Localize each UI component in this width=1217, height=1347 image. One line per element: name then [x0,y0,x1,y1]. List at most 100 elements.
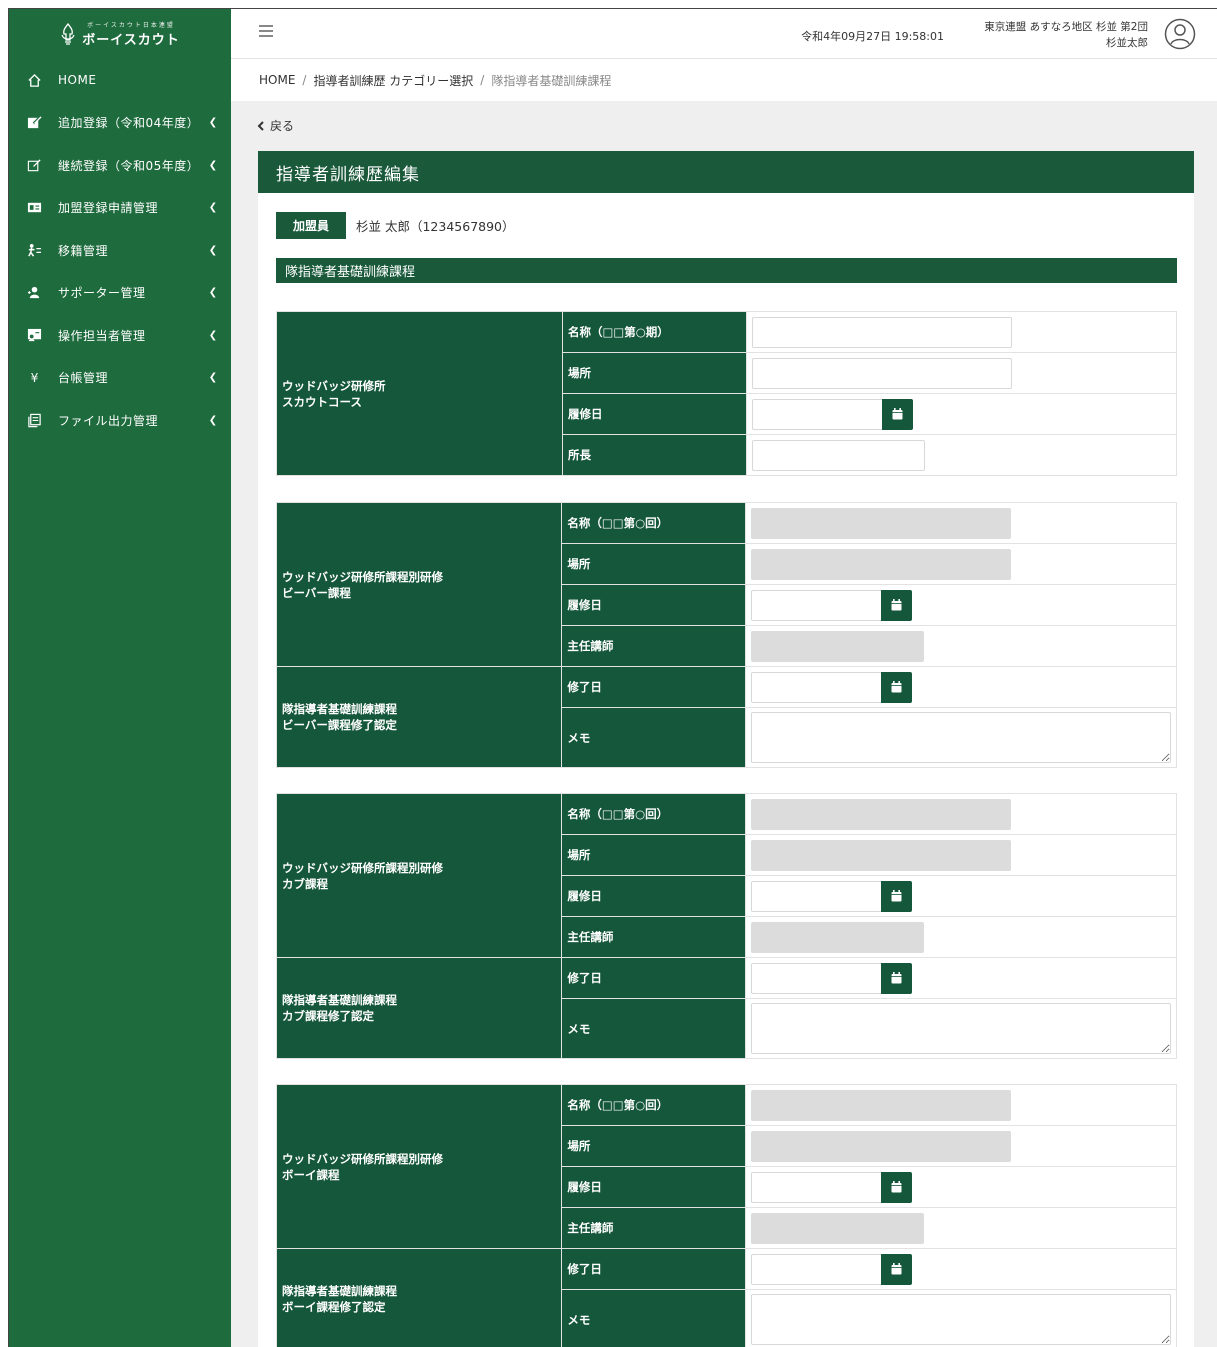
breadcrumb-category[interactable]: 指導者訓練歴 カテゴリー選択 [313,72,473,89]
sidebar-item-7[interactable]: ¥ 台帳管理 ❮ [9,357,231,400]
user-avatar-icon[interactable] [1164,18,1196,50]
calendar-icon[interactable] [881,1171,912,1203]
file-copy-icon [26,412,42,428]
date-input[interactable] [751,880,881,912]
date-input[interactable] [751,589,881,621]
back-link[interactable]: 戻る [257,117,294,134]
transfer-icon [26,242,42,258]
field-label: 履修日 [562,393,747,435]
readonly-field [751,798,1011,830]
scout-emblem-icon [61,23,75,45]
chevron-left-icon: ❮ [208,372,218,384]
calendar-icon[interactable] [881,880,912,912]
breadcrumb-separator: / [480,73,485,87]
yen-icon: ¥ [26,370,42,386]
field-value-cell [745,707,1177,768]
sidebar-item-4[interactable]: 移籍管理 ❮ [9,229,231,272]
date-input[interactable] [751,671,881,703]
app-window: ボーイスカウト日本連盟 ボーイスカウト HOME 追加登録（令和04年度） ❮ 継続登… [8,8,1217,1347]
course-group-title: 隊指導者基礎訓練課程 カブ課程修了認定 [275,957,563,1059]
breadcrumb-home[interactable]: HOME [259,73,295,87]
table-row: ウッドバッジ研修所課程別研修 ビーバー課程 名称（□□第○回） [275,502,1177,667]
field-label: 修了日 [561,666,746,708]
page-title: 指導者訓練歴編集 [258,151,1194,193]
sidebar-item-6[interactable]: 操作担当者管理 ❮ [9,314,231,357]
calendar-icon[interactable] [881,671,912,703]
field-value-cell [745,625,1177,667]
chevron-left-icon: ❮ [208,159,218,171]
date-input[interactable] [751,962,881,994]
sidebar-item-label: 継続登録（令和05年度） [58,158,200,173]
field-value-cell [746,311,1177,353]
field-value-cell [745,998,1177,1059]
readonly-field [751,548,1011,580]
user-board-icon [26,327,42,343]
member-row: 加盟員 杉並 太郎（1234567890） [276,212,515,239]
field-label: 履修日 [561,584,746,626]
field-label: 主任講師 [561,1207,746,1249]
sidebar-item-label: 移籍管理 [58,243,109,258]
breadcrumb-separator: / [302,73,307,87]
course-group-title: 隊指導者基礎訓練課程 ボーイ課程修了認定 [275,1248,563,1347]
date-picker [751,1171,1171,1203]
text-input[interactable] [752,357,1012,389]
readonly-field [751,1089,1011,1121]
field-label: 修了日 [561,1248,746,1290]
logo-subtitle: ボーイスカウト日本連盟 [87,22,175,29]
member-name: 杉並 太郎（1234567890） [356,219,515,234]
course-table: ウッドバッジ研修所課程別研修 ボーイ課程 名称（□□第○回） 場所 履修日 主任講師 隊指… [275,1084,1177,1347]
field-value-cell [745,834,1177,876]
memo-textarea[interactable] [751,1003,1171,1054]
memo-textarea[interactable] [751,712,1171,763]
date-input[interactable] [751,1253,881,1285]
readonly-field [751,507,1011,539]
readonly-field [751,1212,924,1244]
sidebar-item-5[interactable]: サポーター管理 ❮ [9,272,231,315]
sidebar-item-2[interactable]: 継続登録（令和05年度） ❮ [9,144,231,187]
memo-textarea[interactable] [751,1294,1171,1345]
chevron-left-icon [257,120,264,131]
field-label: 履修日 [561,1166,746,1208]
text-input[interactable] [752,316,1012,348]
course-table: ウッドバッジ研修所課程別研修 カブ課程 名称（□□第○回） 場所 履修日 主任講師 隊指導… [275,793,1177,1059]
field-label: 修了日 [561,957,746,999]
brand-logo[interactable]: ボーイスカウト日本連盟 ボーイスカウト [9,9,231,59]
menu-toggle-icon[interactable] [259,25,273,37]
sidebar-item-3[interactable]: 加盟登録申請管理 ❮ [9,187,231,230]
field-label: 履修日 [561,875,746,917]
calendar-icon[interactable] [882,398,913,430]
date-input[interactable] [751,1171,881,1203]
sidebar-item-label: 操作担当者管理 [58,328,146,343]
field-label: 主任講師 [561,916,746,958]
calendar-icon[interactable] [881,589,912,621]
course-group-title: ウッドバッジ研修所課程別研修 ボーイ課程 [275,1084,563,1249]
field-label: 名称（□□第○回） [561,1084,746,1126]
main-content: 戻る 指導者訓練歴編集 加盟員 杉並 太郎（1234567890） 隊指導者基礎… [231,101,1217,1347]
text-input[interactable] [752,439,925,471]
svg-text:¥: ¥ [30,371,38,385]
date-picker [751,880,1171,912]
field-label: 所長 [562,434,747,476]
table-row: ウッドバッジ研修所 スカウトコース 名称（□□第○期） [276,311,1177,476]
back-label: 戻る [270,119,295,133]
field-value-cell [745,543,1177,585]
field-value-cell [746,352,1177,394]
sidebar-item-1[interactable]: 追加登録（令和04年度） ❮ [9,102,231,145]
chevron-left-icon: ❮ [208,287,218,299]
calendar-icon[interactable] [881,962,912,994]
table-row: 隊指導者基礎訓練課程 カブ課程修了認定 修了日 [275,957,1177,1059]
sidebar-item-8[interactable]: ファイル出力管理 ❮ [9,399,231,442]
home-icon [26,72,42,88]
sidebar-item-label: 台帳管理 [58,371,109,386]
field-value-cell [745,1207,1177,1249]
calendar-icon[interactable] [881,1253,912,1285]
course-group-title: 隊指導者基礎訓練課程 ビーバー課程修了認定 [275,666,563,768]
field-label: 場所 [561,1125,746,1167]
readonly-field [751,1130,1011,1162]
sidebar-item-0[interactable]: HOME [9,59,231,102]
field-label: メモ [561,707,746,768]
course-group-title: ウッドバッジ研修所課程別研修 ビーバー課程 [275,502,563,667]
id-card-icon [26,200,42,216]
field-label: 名称（□□第○回） [561,793,746,835]
date-input[interactable] [752,398,882,430]
